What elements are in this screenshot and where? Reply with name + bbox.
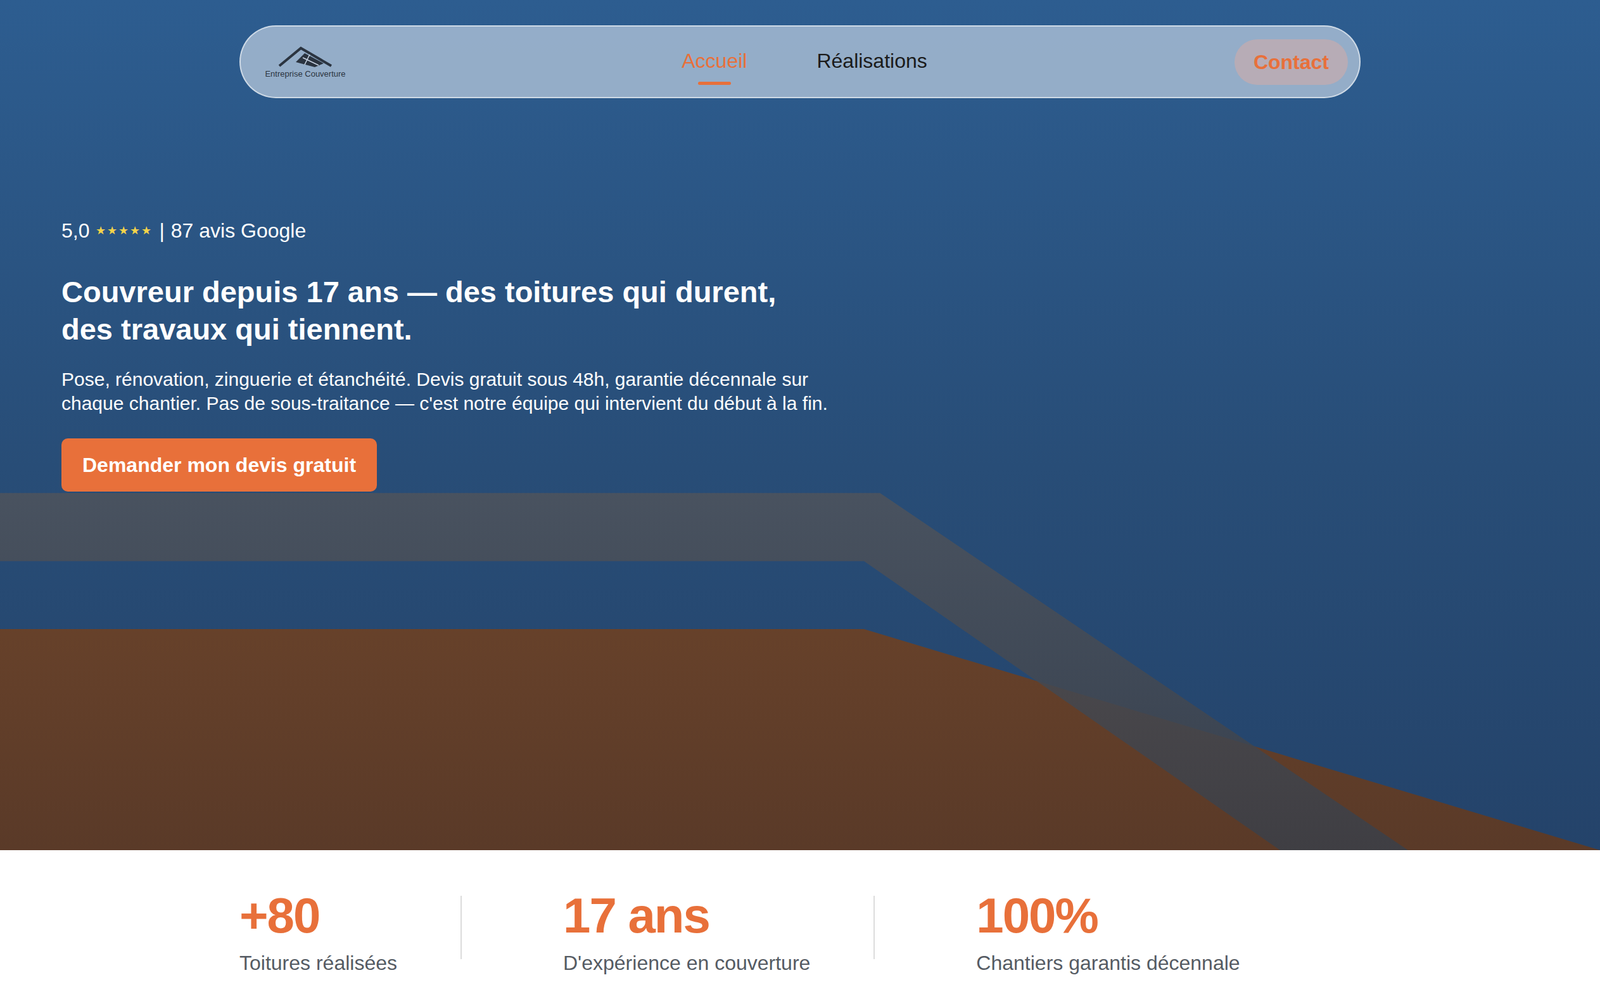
- stat: +80 Toitures réalisées: [239, 890, 398, 978]
- stat-label: D'expérience en couverture: [563, 947, 811, 978]
- nav-link[interactable]: Réalisations: [816, 41, 927, 83]
- star-icon: ★: [118, 224, 130, 237]
- roof-icon: [276, 44, 334, 70]
- headline-line: Couvreur depuis 17 ans — des toitures qu…: [61, 273, 1600, 312]
- divider: [460, 895, 462, 959]
- hero-text: Pose, rénovation, zinguerie et étanchéit…: [61, 367, 866, 417]
- logo[interactable]: Entreprise Couverture: [260, 44, 350, 79]
- nav-link[interactable]: Accueil: [681, 41, 747, 83]
- hero-layer: Entreprise Couverture Accueil Réalisations…: [0, 25, 1600, 492]
- star-icon: ★: [129, 224, 142, 237]
- stat-label: Chantiers garantis décennale: [976, 947, 1240, 978]
- star-icon: ★: [107, 224, 119, 237]
- divider: [873, 895, 875, 959]
- headline-line: des travaux qui tiennent.: [61, 311, 1600, 349]
- rating: 5,0★★★★★|87 avis Google: [61, 215, 1600, 246]
- stat-value: +80: [239, 890, 398, 940]
- stat-value: 100%: [976, 890, 1240, 940]
- quote-button[interactable]: Demander mon devis gratuit: [61, 438, 377, 492]
- rating-value: 5,0: [61, 215, 90, 246]
- stat-label: Toitures réalisées: [239, 947, 398, 978]
- contact-button[interactable]: Contact: [1234, 39, 1348, 85]
- reviews: 87 avis Google: [171, 215, 306, 246]
- nav-links: Accueil Réalisations: [681, 41, 927, 83]
- headline: Couvreur depuis 17 ans — des toitures qu…: [61, 273, 1600, 349]
- stat-value: 17 ans: [563, 890, 811, 940]
- star-icon: ★: [141, 224, 153, 237]
- stats: +80 Toitures réalisées 17 ans D'expérience …: [239, 850, 1361, 978]
- hero: Entreprise Couverture Accueil Réalisations…: [0, 0, 1600, 851]
- hero-content: 5,0★★★★★|87 avis GoogleCouvreur depuis 1…: [0, 98, 1600, 492]
- navbar: Entreprise Couverture Accueil Réalisations…: [239, 25, 1361, 99]
- logo-text: Entreprise Couverture: [264, 69, 346, 79]
- stat: 100% Chantiers garantis décennale: [874, 890, 1240, 978]
- stat: 17 ans D'expérience en couverture: [461, 890, 811, 978]
- star-icon: ★: [95, 224, 108, 237]
- stars: ★★★★★: [95, 222, 153, 240]
- separator: |: [158, 215, 165, 246]
